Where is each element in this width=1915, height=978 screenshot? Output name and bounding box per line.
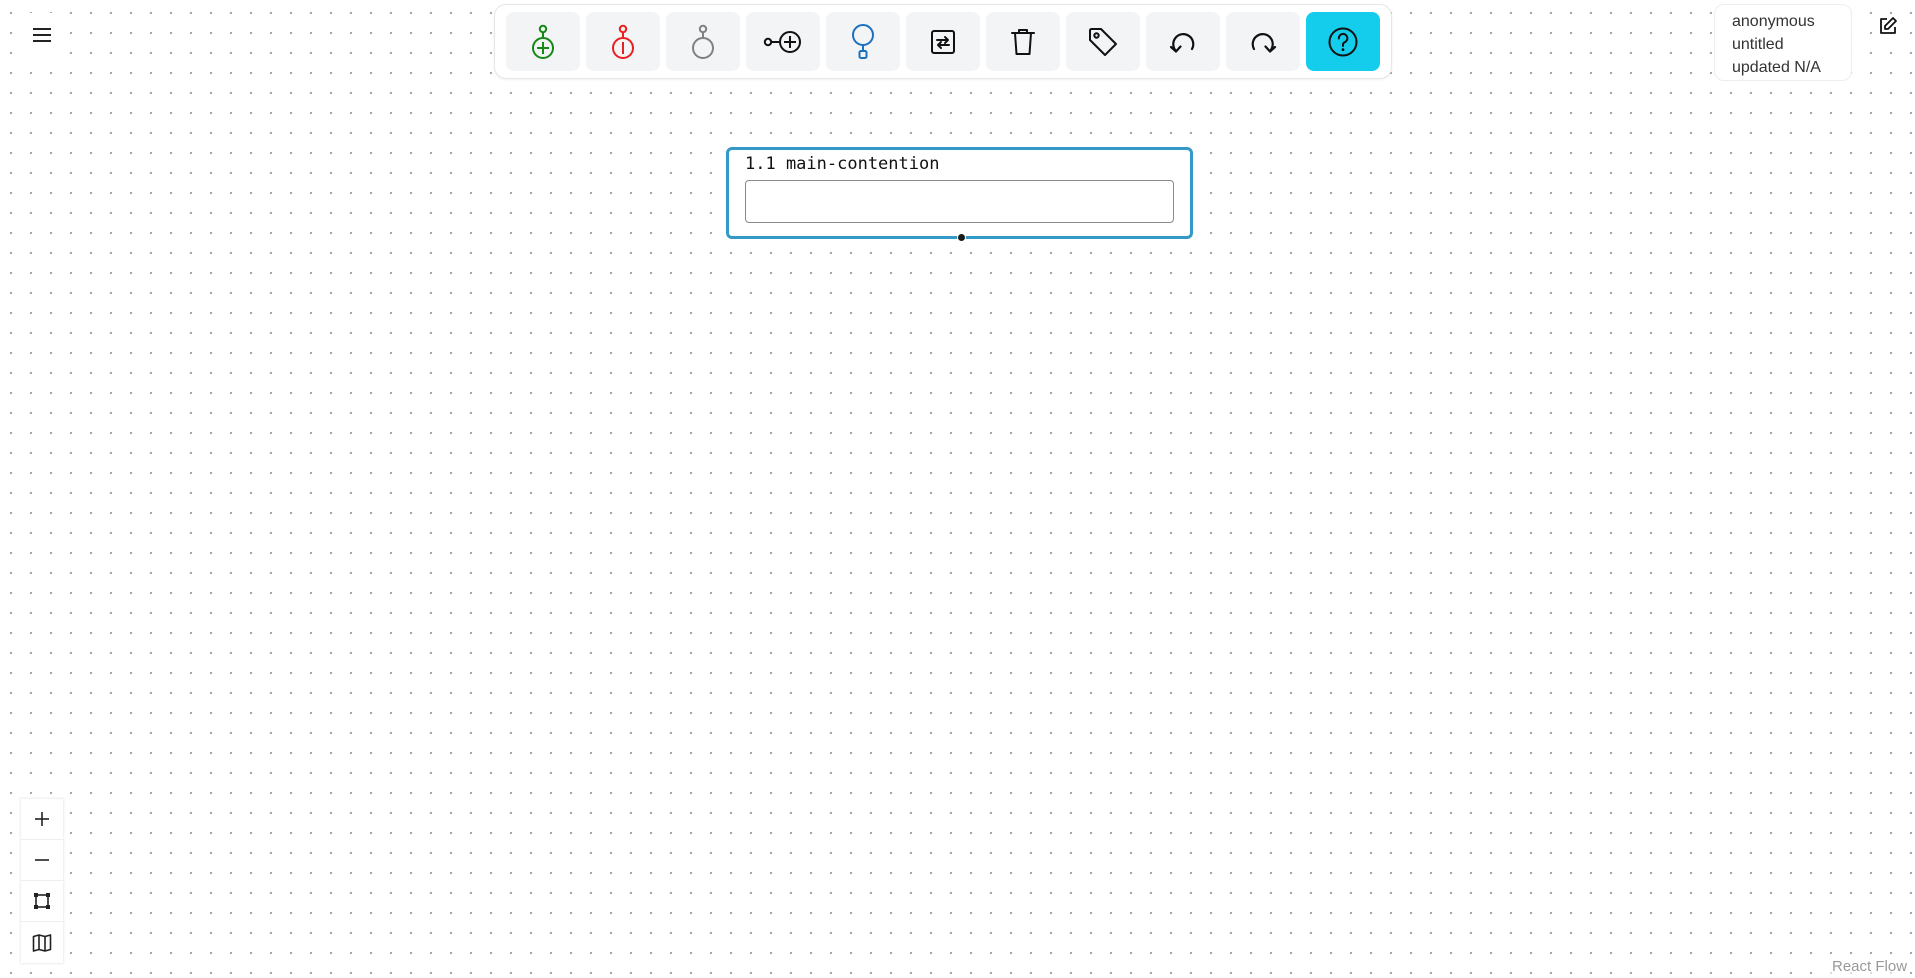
- flow-controls: [21, 799, 63, 963]
- delete-button[interactable]: [986, 12, 1060, 71]
- node-connection-handle[interactable]: [957, 233, 966, 242]
- undo-icon: [1169, 32, 1195, 53]
- node-text-input[interactable]: [745, 180, 1174, 223]
- add-connected-node-button[interactable]: [746, 12, 820, 71]
- redo-button[interactable]: [1226, 12, 1300, 71]
- argument-node[interactable]: 1.1 main-contention: [726, 147, 1193, 242]
- menu-button[interactable]: [17, 13, 67, 57]
- node-title: 1.1 main-contention: [745, 154, 940, 174]
- add-support-icon: [532, 24, 554, 59]
- react-flow-attribution[interactable]: React Flow: [1830, 958, 1910, 978]
- minus-icon: [35, 859, 49, 861]
- add-child-icon: [852, 23, 874, 59]
- user-info-panel: anonymous untitled updated N/A: [1714, 4, 1852, 81]
- zoom-out-button[interactable]: [21, 840, 63, 881]
- edit-button[interactable]: [1876, 14, 1900, 38]
- fit-view-button[interactable]: [21, 881, 63, 922]
- tag-icon: [1089, 27, 1117, 56]
- user-name: anonymous: [1732, 13, 1815, 30]
- tag-button[interactable]: [1066, 12, 1140, 71]
- swap-button[interactable]: [906, 12, 980, 71]
- map-icon: [32, 933, 52, 952]
- add-child-button[interactable]: [826, 12, 900, 71]
- redo-icon: [1251, 32, 1277, 53]
- toolbar: [494, 4, 1392, 79]
- document-name: untitled: [1732, 36, 1784, 53]
- add-connected-node-icon: [763, 30, 801, 53]
- help-icon: [1328, 27, 1358, 56]
- zoom-in-button[interactable]: [21, 799, 63, 840]
- pencil-square-icon: [1880, 17, 1897, 34]
- add-support-button[interactable]: [506, 12, 580, 71]
- minimap-button[interactable]: [21, 922, 63, 963]
- add-neutral-icon: [692, 24, 714, 59]
- add-neutral-button[interactable]: [666, 12, 740, 71]
- add-objection-icon: [612, 24, 634, 59]
- undo-button[interactable]: [1146, 12, 1220, 71]
- trash-icon: [1011, 28, 1035, 55]
- updated-status: updated N/A: [1732, 59, 1821, 76]
- help-button[interactable]: [1306, 12, 1380, 71]
- swap-icon: [931, 29, 955, 54]
- plus-icon: [35, 812, 49, 826]
- fit-view-icon: [34, 893, 50, 909]
- add-objection-button[interactable]: [586, 12, 660, 71]
- hamburger-menu-icon: [33, 28, 51, 42]
